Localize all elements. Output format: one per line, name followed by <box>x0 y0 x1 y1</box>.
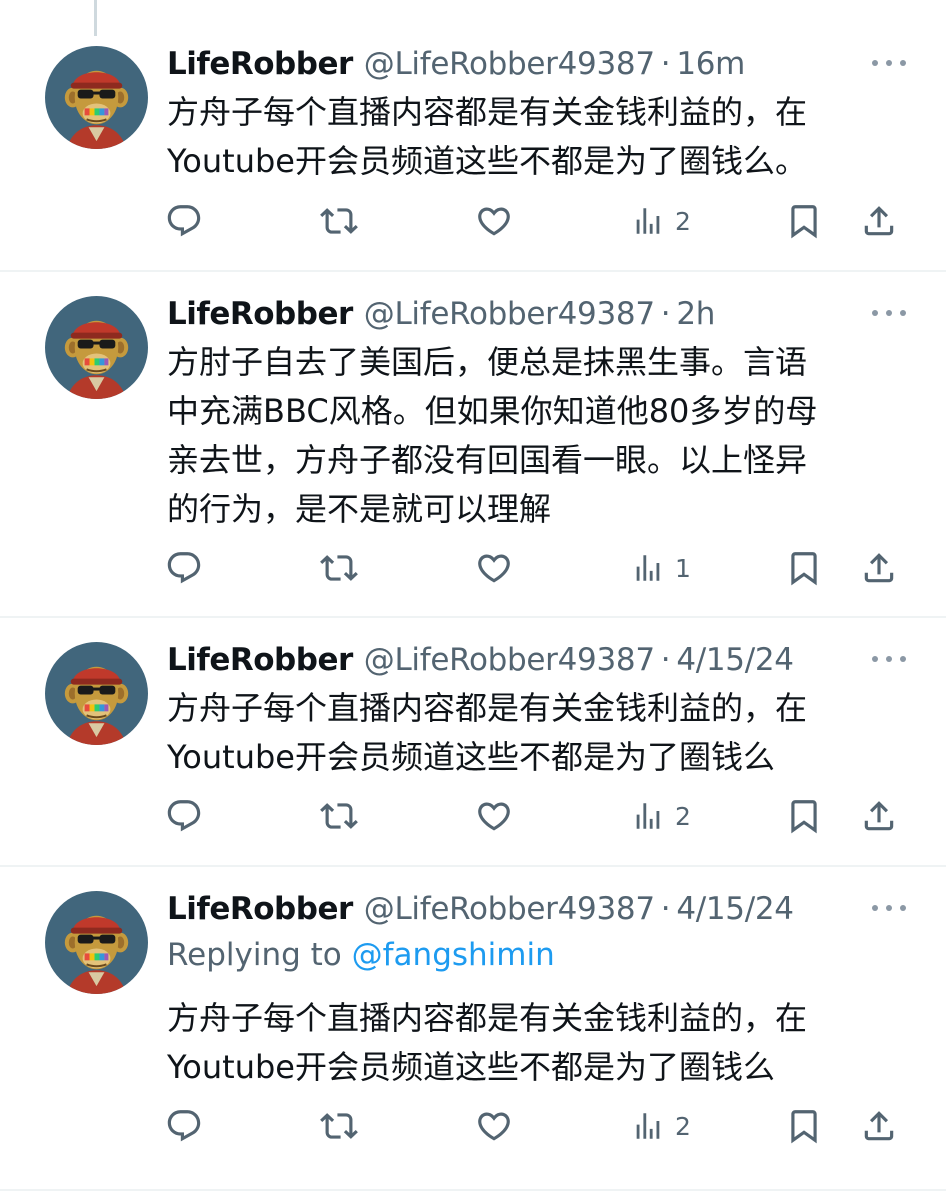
user-handle[interactable]: @LifeRobber49387 <box>364 46 655 82</box>
retweet-button[interactable] <box>320 199 368 243</box>
user-handle[interactable]: @LifeRobber49387 <box>364 296 655 332</box>
views-chart-icon <box>631 1109 665 1143</box>
tweet[interactable]: LifeRobber @LifeRobber49387 · 2h 方肘子自去了美… <box>0 272 946 618</box>
display-name[interactable]: LifeRobber <box>167 642 353 678</box>
share-icon <box>860 1107 898 1145</box>
share-icon <box>860 797 898 835</box>
share-button[interactable] <box>860 1104 898 1148</box>
bookmark-icon <box>785 202 823 240</box>
retweet-button[interactable] <box>320 794 368 838</box>
more-options-icon[interactable] <box>872 895 906 921</box>
views-chart-icon <box>631 551 665 585</box>
retweet-button[interactable] <box>320 546 368 590</box>
tweet-header: LifeRobber @LifeRobber49387 · 2h <box>167 292 906 336</box>
reply-button[interactable] <box>165 546 213 590</box>
reply-icon <box>165 797 203 835</box>
bookmark-icon <box>785 549 823 587</box>
tweet-actions: 2 <box>165 794 905 838</box>
reply-button[interactable] <box>165 199 213 243</box>
share-icon <box>860 202 898 240</box>
views-button[interactable]: 2 <box>631 1104 691 1148</box>
reply-icon <box>165 549 203 587</box>
reply-icon <box>165 202 203 240</box>
tweet-text: 方舟子每个直播内容都是有关金钱利益的，在 Youtube开会员频道这些不都是为了… <box>167 93 808 180</box>
timestamp[interactable]: 4/15/24 <box>676 891 794 927</box>
retweet-icon <box>320 549 358 587</box>
avatar[interactable] <box>45 642 148 745</box>
views-count: 1 <box>675 553 691 583</box>
heart-icon <box>475 797 513 835</box>
user-handle[interactable]: @LifeRobber49387 <box>364 891 655 927</box>
tweet-actions: 1 <box>165 546 905 590</box>
like-button[interactable] <box>475 199 523 243</box>
more-options-icon[interactable] <box>872 50 906 76</box>
replying-to: Replying to @fangshimin <box>167 937 555 973</box>
tweet-header: LifeRobber @LifeRobber49387 · 16m <box>167 42 906 86</box>
separator-dot: · <box>660 891 671 927</box>
more-options-icon[interactable] <box>872 646 906 672</box>
timestamp[interactable]: 2h <box>676 296 715 332</box>
views-count: 2 <box>675 801 691 831</box>
heart-icon <box>475 549 513 587</box>
tweet-text: 方舟子每个直播内容都是有关金钱利益的，在 Youtube开会员频道这些不都是为了… <box>167 999 808 1086</box>
tweet-header: LifeRobber @LifeRobber49387 · 4/15/24 <box>167 887 906 931</box>
share-button[interactable] <box>860 199 898 243</box>
timestamp[interactable]: 16m <box>676 46 745 82</box>
tweet[interactable]: LifeRobber @LifeRobber49387 · 4/15/24 方舟… <box>0 618 946 867</box>
views-count: 2 <box>675 206 691 236</box>
bookmark-button[interactable] <box>785 546 823 590</box>
tweet-text: 方舟子每个直播内容都是有关金钱利益的，在 Youtube开会员频道这些不都是为了… <box>167 689 808 776</box>
like-button[interactable] <box>475 1104 523 1148</box>
bookmark-button[interactable] <box>785 199 823 243</box>
reply-icon <box>165 1107 203 1145</box>
more-options-icon[interactable] <box>872 300 906 326</box>
share-icon <box>860 549 898 587</box>
views-chart-icon <box>631 799 665 833</box>
views-count: 2 <box>675 1111 691 1141</box>
like-button[interactable] <box>475 546 523 590</box>
tweet-actions: 2 <box>165 199 905 243</box>
replying-to-mention[interactable]: @fangshimin <box>352 937 555 973</box>
bookmark-icon <box>785 1107 823 1145</box>
heart-icon <box>475 1107 513 1145</box>
replying-to-prefix: Replying to <box>167 937 342 973</box>
views-button[interactable]: 2 <box>631 199 691 243</box>
display-name[interactable]: LifeRobber <box>167 891 353 927</box>
retweet-icon <box>320 1107 358 1145</box>
tweet[interactable]: LifeRobber @LifeRobber49387 · 16m 方舟子每个直… <box>0 0 946 272</box>
display-name[interactable]: LifeRobber <box>167 296 353 332</box>
retweet-icon <box>320 797 358 835</box>
reply-button[interactable] <box>165 794 213 838</box>
avatar[interactable] <box>45 891 148 994</box>
separator-dot: · <box>660 642 671 678</box>
display-name[interactable]: LifeRobber <box>167 46 353 82</box>
avatar[interactable] <box>45 46 148 149</box>
tweet-header: LifeRobber @LifeRobber49387 · 4/15/24 <box>167 638 906 682</box>
tweet[interactable]: LifeRobber @LifeRobber49387 · 4/15/24 Re… <box>0 867 946 1191</box>
tweet-feed: LifeRobber @LifeRobber49387 · 16m 方舟子每个直… <box>0 0 946 1191</box>
separator-dot: · <box>660 296 671 332</box>
views-button[interactable]: 2 <box>631 794 691 838</box>
timestamp[interactable]: 4/15/24 <box>676 642 794 678</box>
user-handle[interactable]: @LifeRobber49387 <box>364 642 655 678</box>
retweet-button[interactable] <box>320 1104 368 1148</box>
reply-button[interactable] <box>165 1104 213 1148</box>
bookmark-button[interactable] <box>785 1104 823 1148</box>
views-chart-icon <box>631 204 665 238</box>
heart-icon <box>475 202 513 240</box>
tweet-text: 方肘子自去了美国后，便总是抹黑生事。言语 中充满BBC风格。但如果你知道他80多… <box>167 343 818 528</box>
like-button[interactable] <box>475 794 523 838</box>
bookmark-button[interactable] <box>785 794 823 838</box>
tweet-actions: 2 <box>165 1104 905 1148</box>
retweet-icon <box>320 202 358 240</box>
views-button[interactable]: 1 <box>631 546 691 590</box>
share-button[interactable] <box>860 546 898 590</box>
bookmark-icon <box>785 797 823 835</box>
share-button[interactable] <box>860 794 898 838</box>
separator-dot: · <box>660 46 671 82</box>
avatar[interactable] <box>45 296 148 399</box>
